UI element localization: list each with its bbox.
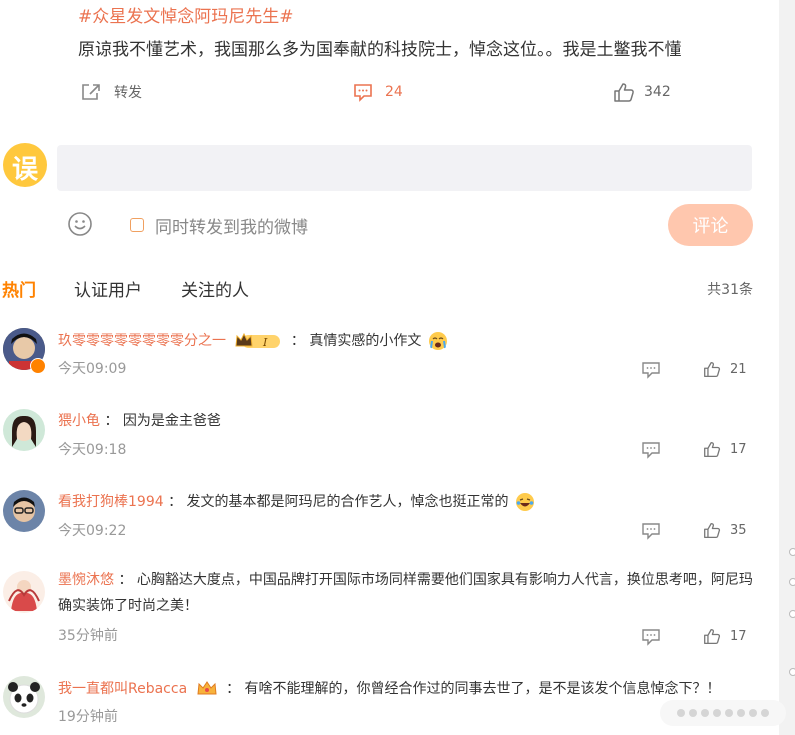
commenter-avatar[interactable] xyxy=(3,490,45,532)
comment-text: 发文的基本都是阿玛尼的合作艺人，悼念也挺正常的 xyxy=(186,494,509,510)
reply-icon[interactable] xyxy=(641,441,661,459)
comment-like-count: 35 xyxy=(730,523,747,538)
repost-icon xyxy=(82,84,100,100)
comment-like-button[interactable]: 35 xyxy=(703,522,747,539)
comment-time: 今天09:18 xyxy=(58,442,127,458)
comment-time: 19分钟前 xyxy=(58,709,118,725)
comment-separator: ： xyxy=(118,572,133,588)
side-mark xyxy=(789,610,795,618)
comment-button[interactable]: 24 xyxy=(353,80,403,104)
toolbar-dot xyxy=(761,709,769,717)
comment-total-count: 共31条 xyxy=(707,282,753,298)
commenter-avatar[interactable] xyxy=(3,409,45,451)
comment-time: 今天09:09 xyxy=(58,361,127,377)
submit-comment-button[interactable]: 评论 xyxy=(668,204,753,246)
toolbar-dot xyxy=(725,709,733,717)
crying-emoji-icon xyxy=(428,332,447,350)
side-mark xyxy=(789,548,795,556)
thumbs-up-icon xyxy=(704,361,721,378)
comment-text: 真情实感的小作文 xyxy=(309,333,422,349)
commenter-avatar[interactable] xyxy=(3,571,45,613)
commenter-name[interactable]: 猥小龟 xyxy=(58,413,100,429)
commenter-name[interactable]: 玖零零零零零零零零分之一 xyxy=(58,333,226,349)
also-repost-label[interactable]: 同时转发到我的微博 xyxy=(155,213,308,238)
comment-like-count: 17 xyxy=(730,629,747,644)
laughing-tears-emoji-icon xyxy=(516,493,534,511)
avatar-image xyxy=(3,571,45,613)
comment-text: 因为是金主爸爸 xyxy=(122,413,221,429)
comment-separator: ： xyxy=(290,333,305,349)
reply-icon[interactable] xyxy=(641,628,661,646)
avatar-image xyxy=(3,490,45,532)
thumbs-up-icon xyxy=(704,441,721,458)
comment-text: 心胸豁达大度点，中国品牌打开国际市场同样需要他们国家具有影响力人代言，换位思考吧… xyxy=(58,572,753,614)
comment-line: 玖零零零零零零零零分之一 I ： 真情实感的小作文 xyxy=(58,330,448,351)
current-user-avatar[interactable]: 误 xyxy=(3,143,47,187)
reply-icon[interactable] xyxy=(641,361,661,379)
commenter-name[interactable]: 我一直都叫Rebacca xyxy=(58,681,187,697)
comment-line: 我一直都叫Rebacca ： 有啥不能理解的，你曾经合作过的同事去世了，是不是该… xyxy=(58,678,721,698)
toolbar-dot xyxy=(713,709,721,717)
toolbar-dot xyxy=(737,709,745,717)
comment-like-count: 17 xyxy=(730,442,747,457)
tab-hot[interactable]: 热门 xyxy=(2,276,36,301)
comment-separator: ： xyxy=(226,681,241,697)
avatar-glyph: 误 xyxy=(11,155,38,185)
comment-like-button[interactable]: 21 xyxy=(703,361,747,378)
thumbs-up-icon xyxy=(614,82,634,102)
toolbar-dot xyxy=(677,709,685,717)
reply-icon[interactable] xyxy=(641,522,661,540)
comment-input[interactable] xyxy=(57,145,752,191)
crown-badge-icon xyxy=(197,681,217,695)
commenter-avatar[interactable] xyxy=(3,676,45,718)
side-mark xyxy=(789,578,795,586)
comment-like-button[interactable]: 17 xyxy=(703,441,747,458)
comment-like-count: 21 xyxy=(730,362,747,377)
thumbs-up-icon xyxy=(704,628,721,645)
comment-time: 35分钟前 xyxy=(58,628,118,644)
repost-label: 转发 xyxy=(114,85,142,101)
crown-level-badge-icon[interactable]: I xyxy=(234,332,282,350)
tab-following[interactable]: 关注的人 xyxy=(181,276,249,301)
comment-line: 墨惋沐悠 ： 心胸豁达大度点，中国品牌打开国际市场同样需要他们国家具有影响力人代… xyxy=(58,567,758,619)
commenter-name[interactable]: 看我打狗棒1994 xyxy=(58,494,164,510)
emoji-icon[interactable] xyxy=(67,211,93,237)
badge-level-text: I xyxy=(262,336,268,349)
comment-time: 今天09:22 xyxy=(58,523,127,539)
topic-hashtag-link[interactable]: #众星发文悼念阿玛尼先生# xyxy=(78,2,294,27)
comment-separator: ： xyxy=(104,413,119,429)
toolbar-dot xyxy=(701,709,709,717)
comment-line: 猥小龟 ： 因为是金主爸爸 xyxy=(58,410,221,430)
toolbar-dot xyxy=(749,709,757,717)
page-scrollbar-strip xyxy=(779,0,795,735)
comment-icon xyxy=(354,83,372,102)
comment-text: 有啥不能理解的，你曾经合作过的同事去世了，是不是该发个信息悼念下？！ xyxy=(244,681,721,697)
side-mark xyxy=(789,668,795,676)
tab-verified-users[interactable]: 认证用户 xyxy=(74,276,142,301)
also-repost-checkbox[interactable] xyxy=(130,218,144,232)
comment-count: 24 xyxy=(385,84,403,100)
avatar-image xyxy=(3,676,45,718)
comment-line: 看我打狗棒1994 ： 发文的基本都是阿玛尼的合作艺人，悼念也挺正常的 xyxy=(58,491,535,512)
floating-toolbar[interactable] xyxy=(660,700,786,726)
thumbs-up-icon xyxy=(704,522,721,539)
like-count: 342 xyxy=(644,84,671,100)
comment-separator: ： xyxy=(168,494,183,510)
post-text: 原谅我不懂艺术，我国那么多为国奉献的科技院士，悼念这位。。我是土鳖我不懂 xyxy=(78,40,682,60)
toolbar-dot xyxy=(689,709,697,717)
comment-like-button[interactable]: 17 xyxy=(703,628,747,645)
verified-badge-icon xyxy=(30,358,46,374)
like-button[interactable]: 342 xyxy=(613,80,671,104)
repost-button[interactable]: 转发 xyxy=(80,80,142,104)
commenter-name[interactable]: 墨惋沐悠 xyxy=(58,572,114,588)
avatar-image xyxy=(3,409,45,451)
